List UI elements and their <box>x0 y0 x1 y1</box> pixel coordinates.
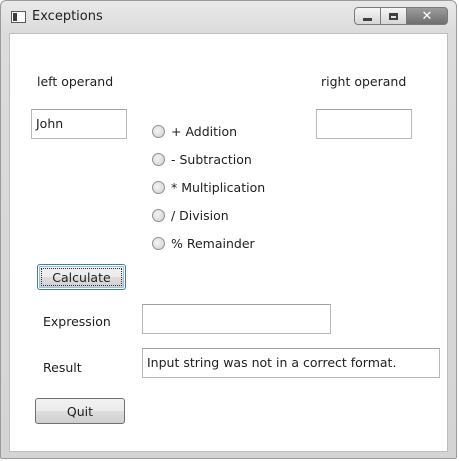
right-operand-label: right operand <box>321 74 407 89</box>
focus-rectangle <box>41 268 122 286</box>
radio-multiplication[interactable]: * Multiplication <box>152 178 265 196</box>
caption-buttons: ✕ <box>354 7 448 25</box>
radio-subtraction[interactable]: - Subtraction <box>152 150 252 168</box>
radio-label: + Addition <box>171 123 238 139</box>
left-operand-input[interactable]: John <box>31 109 127 139</box>
radio-button[interactable] <box>152 124 165 138</box>
minimize-button[interactable] <box>354 7 381 25</box>
radio-remainder[interactable]: % Remainder <box>152 234 255 252</box>
expression-label: Expression <box>43 314 111 329</box>
quit-button[interactable]: Quit <box>35 398 125 424</box>
radio-button[interactable] <box>152 208 165 222</box>
close-icon: ✕ <box>421 8 433 24</box>
app-window: Exceptions ✕ left operand right operand … <box>0 0 457 459</box>
maximize-button[interactable] <box>380 7 407 25</box>
quit-button-label: Quit <box>66 403 94 419</box>
result-field[interactable]: Input string was not in a correct format… <box>142 348 440 378</box>
right-operand-input[interactable] <box>316 109 412 139</box>
app-window-icon[interactable] <box>11 11 26 23</box>
close-button[interactable]: ✕ <box>406 7 448 25</box>
window-title: Exceptions <box>32 9 103 24</box>
radio-label: / Division <box>171 207 229 223</box>
radio-label: * Multiplication <box>171 179 266 195</box>
minimize-icon <box>363 17 372 21</box>
left-operand-label: left operand <box>37 74 114 89</box>
title-bar[interactable]: Exceptions ✕ <box>1 1 456 33</box>
radio-division[interactable]: / Division <box>152 206 229 224</box>
radio-addition[interactable]: + Addition <box>152 122 237 140</box>
calculate-button[interactable]: Calculate <box>37 264 126 290</box>
expression-field[interactable] <box>142 304 331 334</box>
radio-label: - Subtraction <box>171 151 252 167</box>
radio-label: % Remainder <box>171 235 255 251</box>
radio-button[interactable] <box>152 236 165 250</box>
radio-button[interactable] <box>152 152 165 166</box>
maximize-icon <box>389 12 398 20</box>
radio-button[interactable] <box>152 180 165 194</box>
client-area: left operand right operand John + Additi… <box>9 33 448 452</box>
result-label: Result <box>43 360 82 375</box>
